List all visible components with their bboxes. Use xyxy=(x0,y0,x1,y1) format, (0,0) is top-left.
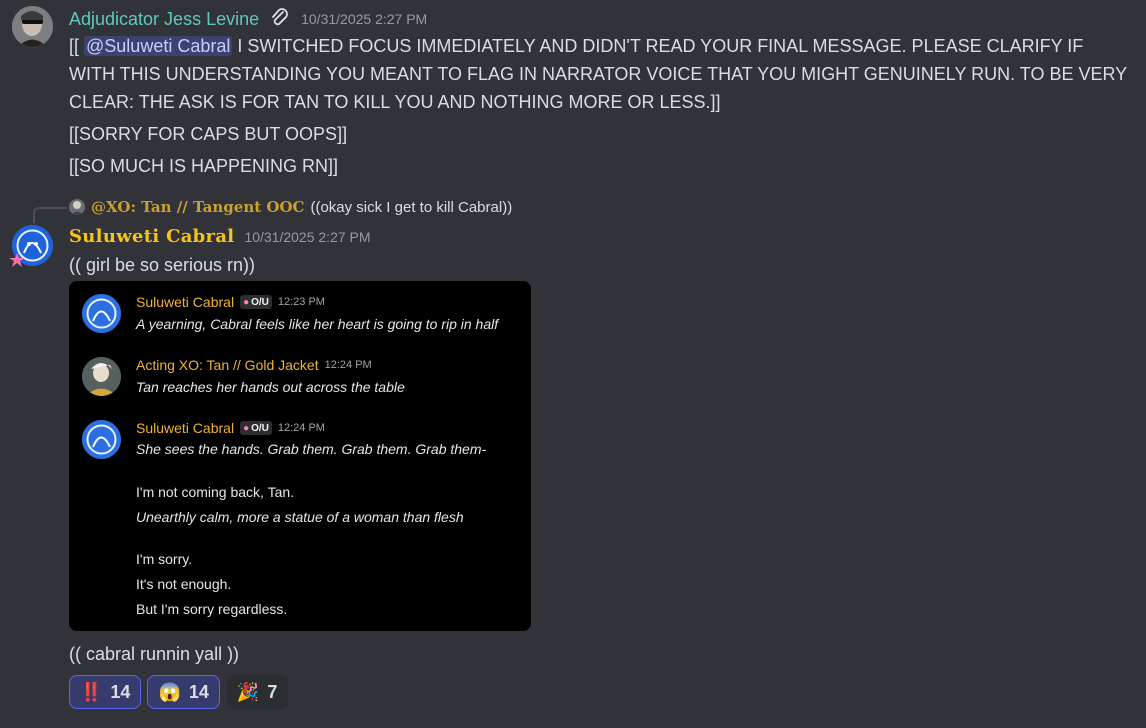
embed-time: 12:23 PM xyxy=(277,296,325,308)
skull-icon: ● xyxy=(243,296,250,308)
ou-badge: ● O/U xyxy=(240,421,272,435)
embedded-screenshot[interactable]: Suluweti Cabral ● O/U 12:23 PM A yearning… xyxy=(69,281,531,631)
reply-spine xyxy=(33,207,67,223)
party-popper-icon: 🎉 xyxy=(236,681,260,702)
message-line: [[SORRY FOR CAPS BUT OOPS]] xyxy=(69,124,348,144)
skull-icon: ● xyxy=(243,422,250,434)
embed-text: It's not enough. xyxy=(136,576,232,592)
reply-preview[interactable]: @XO: Tan // Tangent OOC ((okay sick I ge… xyxy=(69,198,512,216)
embed-text: Unearthly calm, more a statue of a woman… xyxy=(136,509,464,525)
avatar-decoration-icon xyxy=(8,252,26,268)
reaction-count: 14 xyxy=(110,681,131,702)
embed-time: 12:24 PM xyxy=(277,422,325,434)
author-name[interactable]: Adjudicator Jess Levine xyxy=(69,9,259,30)
reaction-double-exclamation[interactable]: ‼️ 14 xyxy=(69,675,142,709)
reply-author[interactable]: @XO: Tan // Tangent OOC xyxy=(91,198,304,216)
screaming-face-icon: 😱 xyxy=(158,681,181,702)
embed-text: Tan reaches her hands out across the tab… xyxy=(136,379,405,395)
embed-avatar xyxy=(82,294,121,333)
avatar-jess-levine[interactable] xyxy=(12,6,53,47)
embed-author: Suluweti Cabral xyxy=(136,294,235,310)
user-mention[interactable]: @Suluweti Cabral xyxy=(84,36,233,56)
message-header: Adjudicator Jess Levine 10/31/2025 2:27 … xyxy=(69,8,427,30)
message-text: (( cabral runnin yall )) xyxy=(69,644,240,664)
reaction-party-popper[interactable]: 🎉 7 xyxy=(225,675,289,709)
embed-avatar xyxy=(82,420,121,459)
message-body: [[ @Suluweti Cabral I SWITCHED FOCUS IMM… xyxy=(69,32,1129,116)
embed-message-header: Acting XO: Tan // Gold Jacket 12:24 PM xyxy=(136,357,372,373)
message-text: (( girl be so serious rn)) xyxy=(69,255,256,275)
reaction-count: 14 xyxy=(188,681,209,702)
embed-avatar xyxy=(82,357,121,396)
embed-message-header: Suluweti Cabral ● O/U 12:23 PM xyxy=(136,294,325,310)
double-exclamation-icon: ‼️ xyxy=(80,681,103,702)
paperclip-icon xyxy=(269,8,291,30)
author-name[interactable]: Suluweti Cabral xyxy=(69,226,234,247)
reaction-count: 7 xyxy=(267,681,278,702)
timestamp: 10/31/2025 2:27 PM xyxy=(244,228,371,245)
embed-text: She sees the hands. Grab them. Grab them… xyxy=(136,441,487,457)
reaction-screaming-face[interactable]: 😱 14 xyxy=(147,675,220,709)
embed-text: A yearning, Cabral feels like her heart … xyxy=(136,316,499,332)
badge-label: O/U xyxy=(251,296,269,308)
reply-avatar xyxy=(69,199,85,215)
embed-text: But I'm sorry regardless. xyxy=(136,601,288,617)
message-header: Suluweti Cabral 10/31/2025 2:27 PM xyxy=(69,226,371,247)
embed-text: I'm sorry. xyxy=(136,551,193,567)
embed-author: Acting XO: Tan // Gold Jacket xyxy=(136,357,319,373)
embed-author: Suluweti Cabral xyxy=(136,420,235,436)
reactions-bar: ‼️ 14 😱 14 🎉 7 xyxy=(69,675,289,709)
embed-time: 12:24 PM xyxy=(324,359,372,371)
timestamp: 10/31/2025 2:27 PM xyxy=(301,11,428,27)
message-text: [[ xyxy=(69,36,85,56)
ou-badge: ● O/U xyxy=(240,295,272,309)
embed-text: I'm not coming back, Tan. xyxy=(136,484,295,500)
reply-text: ((okay sick I get to kill Cabral)) xyxy=(310,198,513,216)
badge-label: O/U xyxy=(251,422,269,434)
message-line: [[SO MUCH IS HAPPENING RN]] xyxy=(69,156,339,176)
embed-message-header: Suluweti Cabral ● O/U 12:24 PM xyxy=(136,420,325,436)
